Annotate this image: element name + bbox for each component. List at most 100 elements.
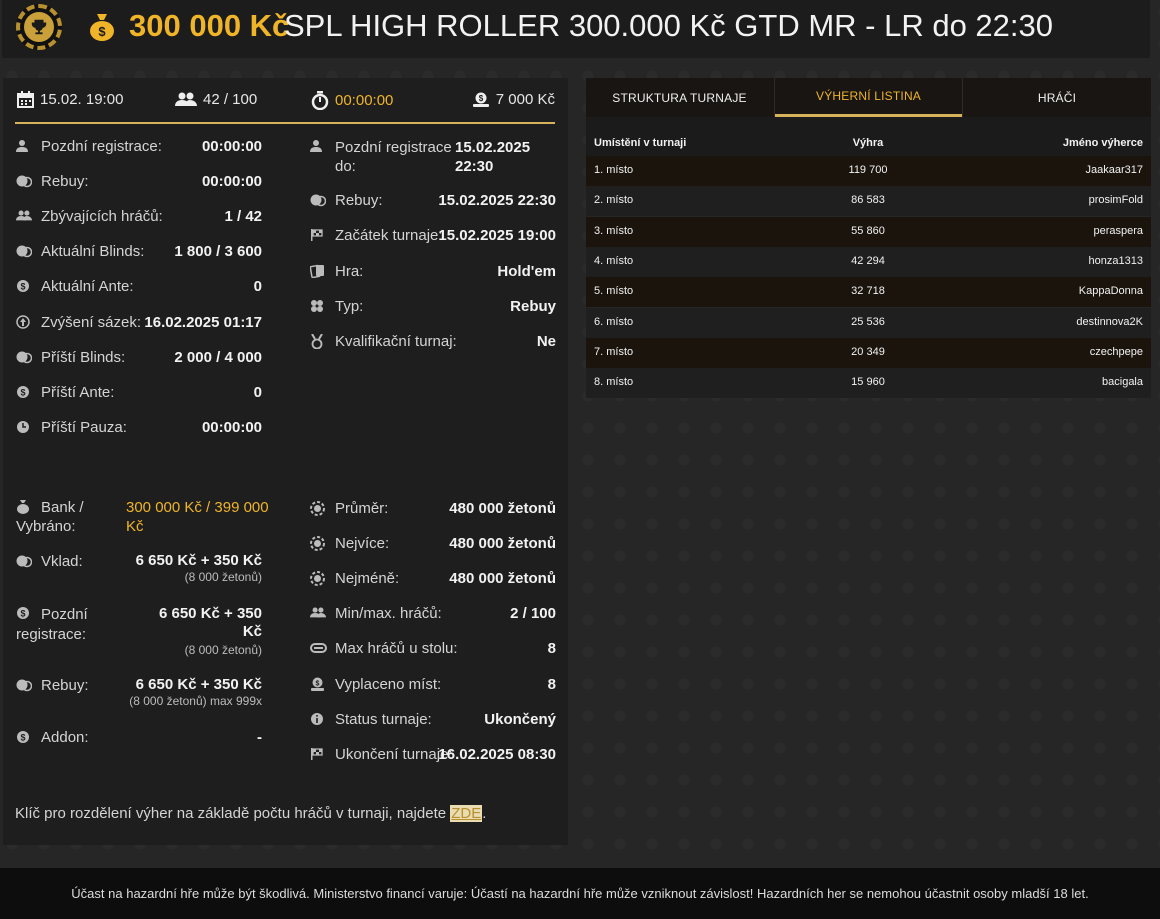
info-value: Rebuy <box>510 297 556 315</box>
info-value: Hold'em <box>497 262 556 280</box>
info-label: Rebuy: <box>41 173 89 191</box>
info-value: 0 <box>253 383 262 401</box>
winner-cell: honza1313 <box>1088 254 1143 267</box>
table-row: 2. místo 86 583 prosimFold <box>586 186 1151 217</box>
place-cell: 5. místo <box>594 285 634 298</box>
player-count: 42 / 100 <box>175 91 257 108</box>
info-value: 1 800 / 3 600 <box>174 243 262 261</box>
chip-icon <box>310 501 325 520</box>
prize-cell: 86 583 <box>851 194 885 207</box>
arrow-up-circle-icon <box>16 314 30 333</box>
gambling-disclaimer: Účast na hazardní hře může být škodlivá.… <box>0 868 1160 919</box>
winner-cell: czechpepe <box>1089 345 1143 358</box>
flag-icon <box>310 228 324 246</box>
prize-cell: 32 718 <box>851 285 885 298</box>
winner-cell: destinnova2K <box>1076 315 1143 328</box>
info-value: 15.02.2025 19:00 <box>438 227 556 245</box>
info-value: 00:00:00 <box>201 173 262 191</box>
dollar-circle-icon: $ <box>16 279 30 297</box>
chip-icon <box>310 536 325 555</box>
place-cell: 1. místo <box>594 164 634 176</box>
info-label: Začátek turnaje: <box>335 227 443 245</box>
info-label: Min/max. hráčů: <box>335 605 442 623</box>
page-header: $ 300 000 Kč SPL HIGH ROLLER 300.000 Kč … <box>2 0 1150 58</box>
dollar-circle-icon: $ <box>16 730 30 748</box>
table-row: 7. místo 20 349 czechpepe <box>586 337 1151 368</box>
info-label: Zbývajících hráčů: <box>41 208 163 226</box>
calendar-icon <box>17 91 34 108</box>
place-cell: 7. místo <box>594 345 634 358</box>
coins-icon <box>16 174 33 192</box>
winner-cell: KappaDonna <box>1078 285 1143 298</box>
late-registration-until: Pozdní registrace do: 15.02.2025 22:30 <box>310 138 556 178</box>
info-label: Kvalifikační turnaj: <box>335 333 457 351</box>
prize-cell: 25 536 <box>851 315 885 328</box>
info-label: Nejvíce: <box>335 535 390 553</box>
table-row: 4. místo 42 294 honza1313 <box>586 246 1151 277</box>
svg-text:$: $ <box>20 733 25 743</box>
table-row: 6. místo 25 536 destinnova2K <box>586 307 1151 338</box>
prize-cell: 15 960 <box>851 376 885 389</box>
info-label: Průměr: <box>335 500 389 517</box>
tournament-title: SPL HIGH ROLLER 300.000 Kč GTD MR - LR d… <box>284 8 1054 43</box>
svg-text:$: $ <box>20 282 25 292</box>
tab-structure[interactable]: STRUKTURA TURNAJE <box>586 78 773 117</box>
info-label: Nejméně: <box>335 570 400 588</box>
place-cell: 4. místo <box>594 254 634 267</box>
info-label: Ukončení turnaje: <box>335 745 453 763</box>
winner-cell: bacigala <box>1102 376 1143 389</box>
info-label: Vyplaceno míst: <box>335 675 442 693</box>
place-cell: 6. místo <box>594 315 634 328</box>
table-icon <box>310 641 327 658</box>
info-value: Ukončený <box>484 710 556 728</box>
payout-key-link[interactable]: ZDE <box>450 805 483 822</box>
winner-cell: peraspera <box>1093 224 1143 237</box>
tab-payouts[interactable]: VÝHERNÍ LISTINA <box>775 78 962 117</box>
users-icon <box>16 209 32 226</box>
tournament-guarantee: 300 000 Kč <box>129 8 290 43</box>
info-value: 1 / 42 <box>224 208 262 226</box>
medal-icon <box>310 333 324 353</box>
info-value: 8 <box>547 640 556 658</box>
dollar-circle-icon: $ <box>16 385 30 403</box>
header-prize: Výhra <box>852 137 884 149</box>
prize-cell: 55 860 <box>851 224 885 237</box>
svg-text:$: $ <box>98 24 106 39</box>
info-value: 00:00:00 <box>201 418 262 436</box>
info-value: 16.02.2025 01:17 <box>144 313 262 331</box>
users-icon <box>310 606 326 623</box>
winner-cell: prosimFold <box>1088 194 1143 207</box>
summary-row: 15.02. 19:00 42 / 100 00:00:00 $ 7 000 K… <box>15 78 555 124</box>
coins-icon <box>16 244 33 262</box>
svg-text:$: $ <box>316 680 320 687</box>
coins-icon <box>16 678 33 696</box>
countdown-timer: 00:00:00 <box>311 91 393 110</box>
payout-key-note: Klíč pro rozdělení výher na základě počt… <box>15 805 487 822</box>
info-value: 00:00:00 <box>201 138 262 155</box>
info-label: Příští Blinds: <box>41 348 126 366</box>
clock-icon <box>16 420 30 438</box>
prize-cell: 42 294 <box>851 254 885 267</box>
info-value: 2 000 / 4 000 <box>174 348 262 366</box>
prize-cell: 20 349 <box>851 345 885 358</box>
tab-players[interactable]: HRÁČI <box>963 78 1151 117</box>
info-value: 480 000 žetonů <box>449 535 556 553</box>
user-clock-icon <box>310 139 324 157</box>
info-icon <box>310 712 324 730</box>
info-label: Max hráčů u stolu: <box>335 640 458 658</box>
place-cell: 8. místo <box>594 376 634 389</box>
info-label: Aktuální Ante: <box>41 278 134 296</box>
coins-icon <box>16 554 33 572</box>
table-row: 8. místo 15 960 bacigala <box>586 368 1151 399</box>
svg-text:$: $ <box>479 94 484 103</box>
info-label: Hra: <box>335 262 364 280</box>
info-label: Status turnaje: <box>335 710 432 728</box>
info-value: 0 <box>253 278 262 296</box>
start-date: 15.02. 19:00 <box>17 91 123 108</box>
cards-icon <box>309 264 325 282</box>
info-label: Aktuální Blinds: <box>41 243 145 261</box>
winner-cell: Jaakaar317 <box>1085 164 1144 176</box>
info-label: Typ: <box>335 297 364 315</box>
info-value: 16.02.2025 08:30 <box>438 745 556 763</box>
table-row: 3. místo 55 860 peraspera <box>586 216 1151 247</box>
